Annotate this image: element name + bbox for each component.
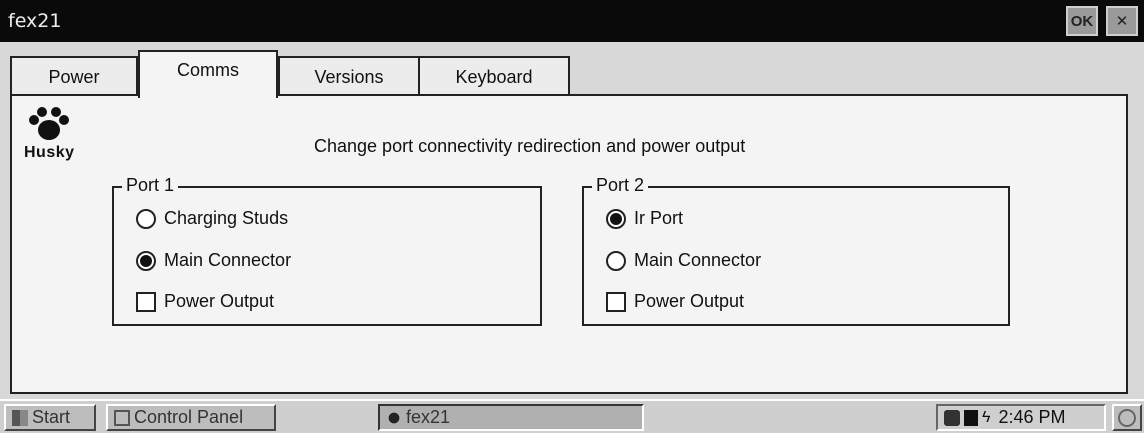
husky-logo: Husky — [24, 106, 74, 166]
paw-icon — [29, 107, 69, 140]
tab-power[interactable]: Power — [10, 56, 138, 96]
port2-main-connector-radio[interactable] — [606, 250, 626, 271]
port1-group: Port 1 Charging Studs Main Connector Pow… — [112, 175, 542, 326]
port1-charging-studs-label: Charging Studs — [164, 208, 289, 228]
taskbar-item-control-panel-label: Control Panel — [134, 407, 244, 427]
port1-main-connector-radio[interactable] — [136, 250, 156, 271]
port1-label: Port 1 — [122, 175, 179, 196]
port2-ir-port-radio[interactable] — [606, 208, 626, 229]
taskbar-item-fex21[interactable]: fex21 — [378, 404, 644, 431]
port1-power-output-option[interactable]: Power Output — [136, 291, 274, 312]
port2-main-connector-label: Main Connector — [634, 250, 762, 270]
ok-button[interactable]: OK — [1066, 6, 1098, 36]
panel-description: Change port connectivity redirection and… — [314, 136, 746, 156]
port1-power-output-checkbox[interactable] — [136, 291, 156, 312]
start-button[interactable]: Start — [4, 404, 96, 431]
port2-ir-port-option[interactable]: Ir Port — [606, 208, 683, 229]
comms-panel: Husky Change port connectivity redirecti… — [10, 94, 1128, 394]
taskbar-item-control-panel[interactable]: Control Panel — [106, 404, 276, 431]
desktop-button[interactable] — [1112, 404, 1142, 431]
port1-main-connector-label: Main Connector — [164, 250, 292, 270]
port1-main-connector-option[interactable]: Main Connector — [136, 250, 291, 271]
port2-group: Port 2 Ir Port Main Connector Power Outp… — [582, 175, 1010, 326]
tab-comms[interactable]: Comms — [138, 50, 278, 98]
power-icon[interactable]: ϟ — [982, 409, 990, 427]
connection-icon[interactable] — [944, 409, 960, 426]
clock[interactable]: 2:46 PM — [998, 407, 1065, 428]
port2-power-output-checkbox[interactable] — [606, 291, 626, 312]
port1-charging-studs-option[interactable]: Charging Studs — [136, 208, 288, 229]
port1-power-output-label: Power Output — [164, 291, 275, 311]
close-button[interactable]: ✕ — [1106, 6, 1138, 36]
taskbar: Start Control Panel fex21 ϟ 2:46 PM — [0, 399, 1144, 433]
control-panel-icon — [114, 409, 130, 426]
system-tray: ϟ 2:46 PM — [936, 404, 1106, 431]
desktop-icon — [1118, 408, 1136, 427]
windows-flag-icon — [12, 409, 28, 426]
port2-ir-port-label: Ir Port — [634, 208, 684, 228]
port2-power-output-label: Power Output — [634, 291, 745, 311]
taskbar-item-fex21-label: fex21 — [406, 407, 451, 427]
start-label: Start — [32, 407, 71, 427]
port2-power-output-option[interactable]: Power Output — [606, 291, 744, 312]
window-title: fex21 — [8, 10, 62, 32]
tab-versions[interactable]: Versions — [278, 56, 420, 96]
paw-icon — [386, 409, 402, 426]
tab-keyboard[interactable]: Keyboard — [418, 56, 570, 96]
battery-icon[interactable] — [964, 409, 978, 426]
title-buttons: OK ✕ — [1066, 6, 1138, 36]
port2-label: Port 2 — [592, 175, 649, 196]
title-bar: fex21 OK ✕ — [0, 0, 1144, 42]
logo-text: Husky — [24, 144, 75, 161]
port2-main-connector-option[interactable]: Main Connector — [606, 250, 761, 271]
port1-charging-studs-radio[interactable] — [136, 208, 156, 229]
